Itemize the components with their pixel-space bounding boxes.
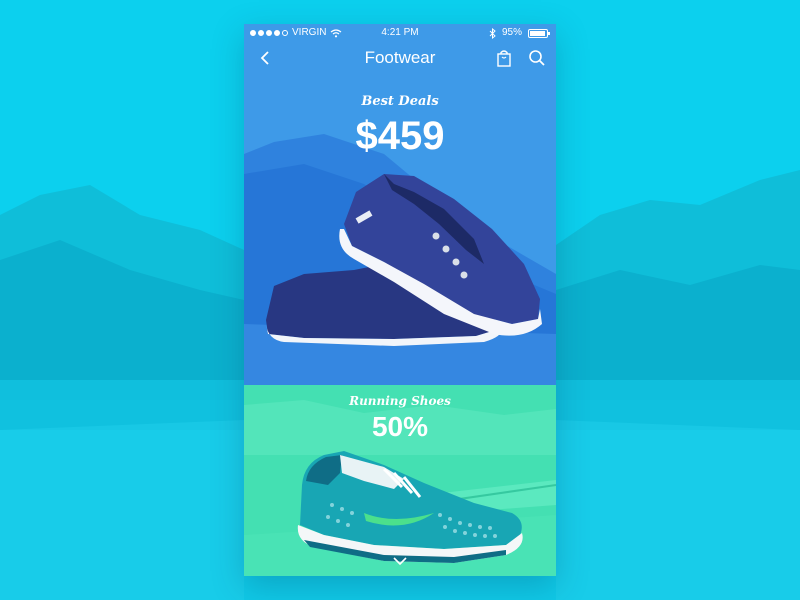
best-deals-panel[interactable]: Best Deals $459 bbox=[244, 24, 556, 385]
navigation-bar: Footwear bbox=[244, 44, 556, 72]
battery-percent: 95% bbox=[501, 27, 522, 38]
shopping-bag-icon[interactable] bbox=[496, 49, 512, 67]
best-deals-label: Best Deals bbox=[361, 94, 439, 109]
deal-price: $459 bbox=[355, 114, 445, 158]
running-discount: 50% bbox=[371, 411, 429, 442]
status-right: 95% bbox=[489, 24, 550, 42]
status-bar: VIRGIN 4:21 PM 95% bbox=[244, 24, 556, 42]
scroll-down-chevron-icon[interactable] bbox=[393, 556, 407, 566]
battery-icon bbox=[528, 28, 550, 38]
running-shoes-label: Running Shoes bbox=[349, 394, 451, 408]
canvas-sneaker-image[interactable] bbox=[244, 24, 556, 385]
phone-screen: Best Deals $459 Running Shoes 50% VIRGIN… bbox=[244, 24, 556, 576]
search-icon[interactable] bbox=[528, 49, 546, 67]
bluetooth-icon bbox=[489, 27, 496, 39]
